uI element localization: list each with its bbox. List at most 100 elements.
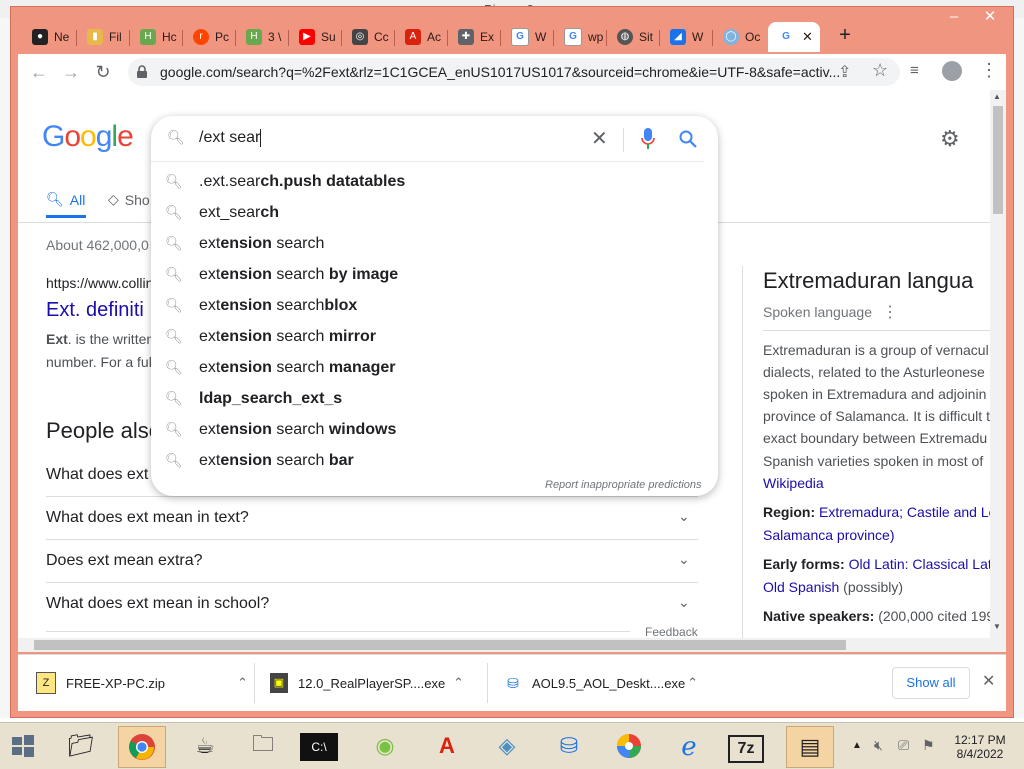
clock[interactable]: 12:17 PM 8/4/2022: [952, 733, 1008, 761]
vertical-scrollbar-thumb[interactable]: [993, 106, 1003, 214]
tab[interactable]: ◎ Cc: [342, 22, 395, 52]
result-title[interactable]: Ext. definiti: [46, 299, 144, 322]
reading-list-icon[interactable]: ≡: [910, 62, 919, 79]
volume-muted-icon[interactable]: 🔇︎: [874, 737, 883, 754]
clear-search-button[interactable]: ✕: [591, 126, 608, 151]
folder-icon[interactable]: 🗀: [240, 726, 286, 766]
suggestion-item[interactable]: 🔍︎ extension search bar: [151, 445, 718, 476]
scroll-up-arrow-icon[interactable]: ▲: [993, 92, 1001, 101]
start-button[interactable]: [0, 726, 46, 766]
picasa-icon[interactable]: [606, 726, 652, 766]
tab-shopping[interactable]: ◇ Sho: [108, 191, 150, 208]
share-icon[interactable]: ⇪: [838, 62, 851, 82]
tab[interactable]: r Pc: [183, 22, 236, 52]
suggestion-item[interactable]: 🔍︎ ldap_search_ext_s: [151, 383, 718, 414]
horizontal-scrollbar-thumb[interactable]: [34, 640, 846, 650]
chevron-down-icon[interactable]: ⌄: [678, 508, 690, 525]
new-tab-button[interactable]: +: [832, 22, 858, 50]
suggestion-item[interactable]: 🔍︎ ext_search: [151, 197, 718, 228]
suggestion-item[interactable]: 🔍︎ .ext.search.push datatables: [151, 166, 718, 197]
tab[interactable]: GW: [501, 22, 554, 52]
tab[interactable]: H Hc: [130, 22, 183, 52]
tab-label: Su: [321, 30, 336, 44]
kp-region-cont[interactable]: Salamanca province): [763, 527, 895, 543]
wikipedia-link[interactable]: Wikipedia: [763, 475, 824, 491]
tab[interactable]: ◢ W: [660, 22, 713, 52]
chevron-down-icon[interactable]: ⌄: [678, 594, 690, 611]
suggestion-text: extension search mirror: [199, 327, 376, 345]
file-explorer-icon[interactable]: 📁︎: [58, 726, 104, 766]
cd-burner-icon[interactable]: ◉: [362, 726, 408, 766]
knowledge-panel-subtitle: Spoken language: [763, 304, 872, 320]
search-submit-icon[interactable]: [679, 130, 697, 148]
internet-explorer-icon[interactable]: ℯ: [666, 726, 712, 766]
chevron-up-icon[interactable]: ▲: [852, 740, 862, 751]
tab[interactable]: Gwp: [554, 22, 607, 52]
suggestion-item[interactable]: 🔍︎ extension searchblox: [151, 290, 718, 321]
chrome-taskbar-icon[interactable]: [118, 726, 166, 768]
network-icon[interactable]: ⎚: [898, 737, 909, 754]
feedback-link[interactable]: Feedback: [645, 625, 698, 639]
paa-question[interactable]: What does ext mean in text?: [46, 509, 249, 527]
tab-all[interactable]: 🔍︎ All: [46, 191, 85, 208]
tab[interactable]: ▶ Su: [289, 22, 342, 52]
back-button[interactable]: ←: [24, 54, 54, 90]
chevron-up-icon[interactable]: ⌃: [237, 675, 248, 691]
suggestion-item[interactable]: 🔍︎ extension search windows: [151, 414, 718, 445]
tab[interactable]: ◍ Sit: [607, 22, 660, 52]
scroll-down-arrow-icon[interactable]: ▼: [993, 622, 1001, 631]
paa-question[interactable]: What does ext: [46, 466, 148, 484]
show-all-button[interactable]: Show all: [892, 667, 970, 699]
tab-label: Fil: [109, 30, 122, 44]
paa-question[interactable]: What does ext mean in school?: [46, 595, 269, 613]
app-icon[interactable]: ☕︎: [182, 726, 228, 766]
suggestion-item[interactable]: 🔍︎ extension search by image: [151, 259, 718, 290]
tab[interactable]: ● Ne: [22, 22, 77, 52]
search-icon: 🔍︎: [165, 328, 183, 344]
download-item[interactable]: ▣ 12.0_RealPlayerSP....exe ⌃: [270, 655, 482, 711]
app-icon[interactable]: ◈: [484, 726, 530, 766]
google-logo[interactable]: Google: [42, 120, 134, 154]
chevron-up-icon[interactable]: ⌃: [687, 675, 698, 691]
tab[interactable]: ✚ Ex: [448, 22, 501, 52]
7zip-icon[interactable]: 7z: [728, 735, 764, 763]
app-window-icon[interactable]: ▤: [786, 726, 834, 768]
suggestion-item[interactable]: 🔍︎ extension search: [151, 228, 718, 259]
result-snippet-line-2: number. For a ful: [46, 354, 152, 370]
close-downloads-button[interactable]: ✕: [982, 671, 995, 691]
installer-icon[interactable]: ⛁: [546, 726, 592, 766]
suggestion-text: ext_search: [199, 203, 280, 221]
suggestion-item[interactable]: 🔍︎ extension search mirror: [151, 321, 718, 352]
tab-active[interactable]: G ✕: [768, 22, 820, 52]
microphone-icon[interactable]: [641, 128, 655, 150]
chevron-down-icon[interactable]: ⌄: [678, 551, 690, 568]
chrome-menu-icon[interactable]: ⋮: [980, 60, 998, 81]
url-text[interactable]: google.com/search?q=%2Fext&rlz=1C1GCEA_e…: [160, 64, 850, 80]
reload-button[interactable]: ↻: [88, 54, 118, 90]
tag-icon: ◇: [108, 191, 119, 207]
settings-gear-icon[interactable]: ⚙: [940, 126, 960, 152]
adobe-reader-icon[interactable]: A: [424, 726, 470, 766]
download-item[interactable]: ⛁ AOL9.5_AOL_Deskt....exe ⌃: [504, 655, 716, 711]
close-window-button[interactable]: ✕: [976, 6, 1004, 30]
action-center-icon[interactable]: ⚑: [922, 737, 935, 754]
result-url[interactable]: https://www.collin: [46, 275, 153, 291]
report-predictions-link[interactable]: Report inappropriate predictions: [545, 479, 702, 491]
paa-question[interactable]: Does ext mean extra?: [46, 552, 203, 570]
close-tab-icon[interactable]: ✕: [802, 29, 813, 45]
bookmark-star-icon[interactable]: ☆: [872, 60, 888, 81]
tab[interactable]: A Ac: [395, 22, 448, 52]
search-input[interactable]: /ext sear: [199, 129, 262, 147]
tab[interactable]: ▮ Fil: [77, 22, 130, 52]
adobe-icon: A: [405, 29, 421, 45]
more-options-icon[interactable]: ⋮: [882, 302, 898, 322]
tab[interactable]: H 3 \: [236, 22, 289, 52]
minimize-button[interactable]: –: [940, 6, 968, 30]
chevron-up-icon[interactable]: ⌃: [453, 675, 464, 691]
tab[interactable]: ◯ Oc: [713, 22, 766, 52]
command-prompt-icon[interactable]: C:\: [300, 733, 338, 761]
download-item[interactable]: Z FREE-XP-PC.zip ⌃: [36, 655, 248, 711]
profile-avatar[interactable]: [942, 61, 962, 81]
suggestion-item[interactable]: 🔍︎ extension search manager: [151, 352, 718, 383]
forward-button[interactable]: →: [56, 54, 86, 90]
